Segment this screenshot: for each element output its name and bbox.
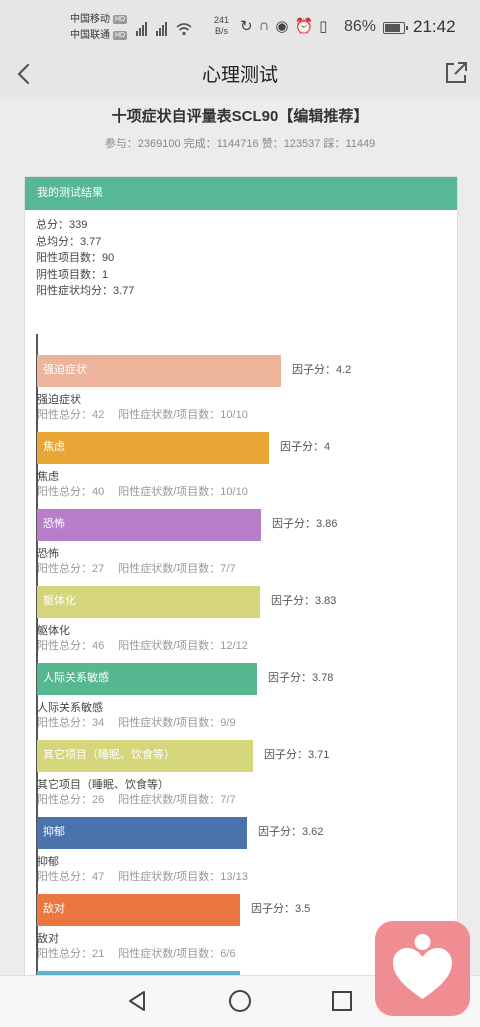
factor-score: 因子分：4.2 [292,364,352,376]
square-recent-icon[interactable] [328,987,356,1015]
factor-name: 恐怖 [37,548,59,560]
factor-positive-total: 阳性总分：27 [37,563,105,575]
factor-row: 强迫症状 因子分：4.2 强迫症状 阳性总分：42 阳性症状数/项目数：10/10 [37,355,457,432]
page-title: 十项症状自评量表SCL90【编辑推荐】 [111,108,369,125]
factor-name: 人际关系敏感 [37,702,103,714]
factor-ratio: 阳性症状数/项目数：12/12 [118,640,248,652]
hd-badge: HD [113,30,128,40]
signal-2-icon [156,22,167,36]
factor-list: 强迫症状 因子分：4.2 强迫症状 阳性总分：42 阳性症状数/项目数：10/10 焦虑因… [37,355,457,975]
factor-ratio: 阳性症状数/项目数：10/10 [118,486,248,498]
content-area[interactable]: 十项症状自评量表SCL90【编辑推荐】 参与：2369100 完成：114471… [0,97,480,975]
factor-row: 抑郁 因子分：3.62 抑郁 阳性总分：47 阳性症状数/项目数：13/13 [37,817,457,894]
factor-ratio: 阳性症状数/项目数：6/6 [118,948,236,960]
status-bar: 中国移动 HD 中国联通 HD 241 B/s ↻ ∩ ◉ ⏰ ▯ 86% 21:42 [0,0,480,55]
result-card: 我的测试结果 总分：339 总均分：3.77 阳性项目数：90 阴性项目数：1 … [24,176,458,975]
summary-average: 总均分：3.77 [36,235,102,248]
factor-score: 因子分：3.71 [264,749,330,761]
page-stats: 参与：2369100 完成：1144716 赞：123537 踩：11449 [104,138,376,150]
factor-name: 抑郁 [37,856,59,868]
wifi-icon [176,23,192,36]
heart-person-icon [393,934,452,999]
factor-row: 其它项目（睡眠、饮食等） 因子分：3.71 其它项目（睡眠、饮食等） 阳性总分：26 阳… [37,740,457,817]
factor-score: 因子分：3.83 [271,595,337,607]
factor-row: 恐怖 因子分：3.86 恐怖 阳性总分：27 阳性症状数/项目数：7/7 [37,509,457,586]
factor-bar: 人际关系敏感 [37,663,257,695]
factor-bar: 敌对 [37,894,240,926]
result-summary: 总分：339 总均分：3.77 阳性项目数：90 阴性项目数：1 阳性症状均分：… [36,217,134,300]
carrier-1: 中国移动 [70,14,110,25]
factor-name: 躯体化 [37,625,70,637]
battery-fill [385,24,400,32]
factor-positive-total: 阳性总分：21 [37,948,105,960]
factor-stats: 阳性总分：40 阳性症状数/项目数：10/10 [37,483,248,499]
factor-bar: 抑郁 [37,817,247,849]
factor-stats: 阳性总分：26 阳性症状数/项目数：7/7 [37,791,236,807]
factor-positive-total: 阳性总分：40 [37,486,105,498]
factor-row: 人际关系敏感 因子分：3.78 人际关系敏感 阳性总分：34 阳性症状数/项目数：9/9 [37,663,457,740]
factor-positive-total: 阳性总分：42 [37,409,105,421]
hd-badge: HD [113,14,128,24]
factor-ratio: 阳性症状数/项目数：7/7 [118,563,236,575]
clock: 21:42 [413,17,456,36]
factor-ratio: 阳性症状数/项目数：10/10 [118,409,248,421]
factor-stats: 阳性总分：21 阳性症状数/项目数：6/6 [37,945,236,961]
result-header: 我的测试结果 [25,177,457,210]
factor-score: 因子分：4 [280,441,331,453]
factor-stats: 阳性总分：42 阳性症状数/项目数：10/10 [37,406,248,422]
system-icons: ↻ ∩ ◉ ⏰ ▯ [240,17,327,35]
factor-positive-total: 阳性总分：34 [37,717,105,729]
factor-score: 因子分：3.62 [258,826,324,838]
app-nav-bar: 心理测试 [0,55,480,97]
factor-score: 因子分：3.78 [268,672,334,684]
factor-stats: 阳性总分：46 阳性症状数/项目数：12/12 [37,637,248,653]
factor-ratio: 阳性症状数/项目数：13/13 [118,871,248,883]
factor-stats: 阳性总分：47 阳性症状数/项目数：13/13 [37,868,248,884]
carrier-2: 中国联通 [70,30,110,41]
factor-bar: 恐怖 [37,509,261,541]
factor-name: 焦虑 [37,471,59,483]
factor-row: 躯体化 因子分：3.83 躯体化 阳性总分：46 阳性症状数/项目数：12/12 [37,586,457,663]
alarm-icon: ⏰ [294,18,314,35]
eye-icon: ◉ [275,18,289,35]
summary-negative-count: 阴性项目数：1 [36,268,109,281]
factor-positive-total: 阳性总分：46 [37,640,105,652]
vibrate-icon: ▯ [319,18,328,35]
signal-1-icon [136,22,147,36]
factor-row: 焦虑 因子分：4 焦虑 阳性总分：40 阳性症状数/项目数：10/10 [37,432,457,509]
factor-positive-total: 阳性总分：47 [37,871,105,883]
signal-icons [136,18,192,36]
battery-percent: 86% [344,18,377,35]
circle-home-icon[interactable] [226,987,254,1015]
factor-bar: 其它项目（睡眠、饮食等） [37,740,253,772]
factor-score: 因子分：3.86 [272,518,338,530]
factor-name: 敌对 [37,933,59,945]
factor-bar: 躯体化 [37,586,260,618]
factor-ratio: 阳性症状数/项目数：7/7 [118,794,236,806]
factor-ratio: 阳性症状数/项目数：9/9 [118,717,236,729]
summary-positive-count: 阳性项目数：90 [36,252,115,264]
share-external-icon[interactable] [442,59,470,87]
factor-name: 其它项目（睡眠、饮食等） [37,779,169,791]
sync-icon: ↻ [240,18,253,35]
factor-positive-total: 阳性总分：26 [37,794,105,806]
factor-bar: 焦虑 [37,432,269,464]
headset-icon: ∩ [258,17,270,34]
factor-score: 因子分：3.5 [251,903,311,915]
summary-total: 总分：339 [36,219,88,231]
factor-name: 强迫症状 [37,394,81,406]
nav-title: 心理测试 [201,65,278,86]
battery-icon [383,22,408,34]
factor-stats: 阳性总分：34 阳性症状数/项目数：9/9 [37,714,236,730]
summary-positive-average: 阳性症状均分：3.77 [36,285,135,297]
network-speed: 241 B/s [214,15,230,36]
carrier-names: 中国移动 HD 中国联通 HD [70,12,128,44]
factor-stats: 阳性总分：27 阳性症状数/项目数：7/7 [37,560,236,576]
factor-bar: 强迫症状 [37,355,281,387]
app-floating-button[interactable] [375,921,470,1016]
triangle-back-icon[interactable] [124,987,152,1015]
